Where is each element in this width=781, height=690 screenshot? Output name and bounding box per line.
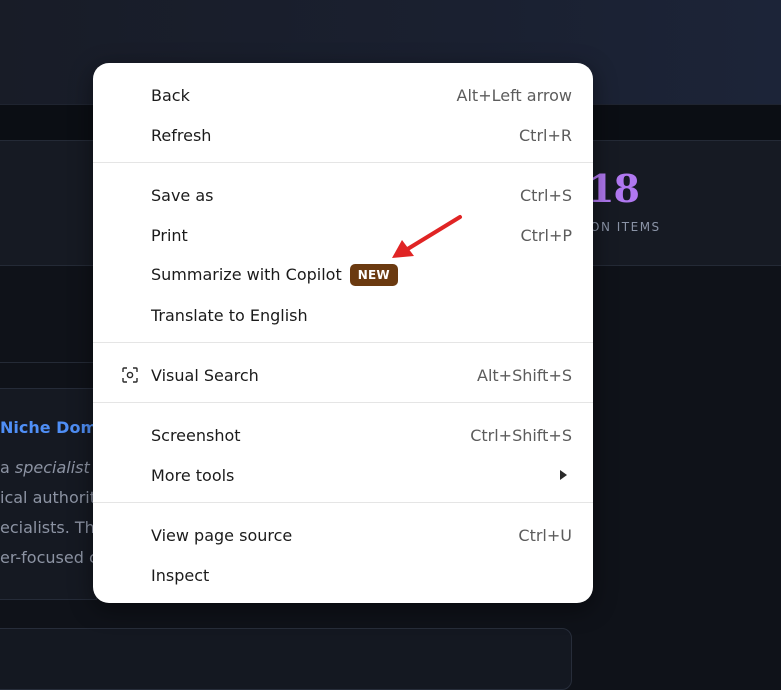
chevron-right-icon	[560, 470, 567, 480]
menu-item-shortcut: Ctrl+P	[520, 225, 572, 245]
menu-item-label: Inspect	[151, 565, 210, 585]
menu-item-shortcut: Ctrl+R	[519, 125, 572, 145]
menu-item-label: More tools	[151, 465, 235, 485]
card-text-line: a specialist	[0, 458, 90, 477]
menu-item-refresh[interactable]: Refresh Ctrl+R	[93, 115, 593, 155]
annotation-arrow-icon	[392, 215, 462, 258]
menu-separator	[93, 402, 593, 403]
visual-search-icon	[122, 367, 138, 383]
menu-item-label: Summarize with Copilot NEW	[151, 264, 398, 286]
menu-item-shortcut: Ctrl+Shift+S	[470, 425, 572, 445]
menu-separator	[93, 342, 593, 343]
context-menu: Back Alt+Left arrow Refresh Ctrl+R Save …	[93, 63, 593, 603]
menu-item-shortcut: Ctrl+U	[518, 525, 572, 545]
card-title-link[interactable]: Niche Dom	[0, 418, 97, 437]
menu-item-shortcut: Alt+Shift+S	[477, 365, 572, 385]
menu-item-screenshot[interactable]: Screenshot Ctrl+Shift+S	[93, 415, 593, 455]
stat-value: 18	[588, 166, 640, 211]
new-badge: NEW	[349, 264, 398, 286]
menu-item-back[interactable]: Back Alt+Left arrow	[93, 75, 593, 115]
menu-item-visual-search[interactable]: Visual Search Alt+Shift+S	[93, 355, 593, 395]
menu-item-label: Visual Search	[151, 365, 259, 385]
menu-item-inspect[interactable]: Inspect	[93, 555, 593, 595]
menu-item-view-page-source[interactable]: View page source Ctrl+U	[93, 515, 593, 555]
menu-item-label: Print	[151, 225, 188, 245]
menu-item-label: Save as	[151, 185, 214, 205]
menu-item-shortcut: Ctrl+S	[519, 185, 572, 205]
menu-separator	[93, 162, 593, 163]
menu-separator	[93, 502, 593, 503]
section-divider	[0, 362, 95, 363]
menu-item-label: Translate to English	[151, 305, 308, 325]
menu-item-label: Screenshot	[151, 425, 241, 445]
menu-item-translate[interactable]: Translate to English	[93, 295, 593, 335]
stat-label: ON ITEMS	[590, 220, 661, 234]
card-text-line: ecialists. The	[0, 518, 105, 537]
menu-item-more-tools[interactable]: More tools	[93, 455, 593, 495]
bottom-card	[0, 628, 572, 690]
menu-item-label: Back	[151, 85, 190, 105]
menu-item-shortcut: Alt+Left arrow	[456, 85, 572, 105]
menu-item-label: View page source	[151, 525, 293, 545]
menu-item-print[interactable]: Print Ctrl+P	[93, 215, 593, 255]
menu-item-save-as[interactable]: Save as Ctrl+S	[93, 175, 593, 215]
menu-item-label: Refresh	[151, 125, 212, 145]
menu-item-summarize-with-copilot[interactable]: Summarize with Copilot NEW	[93, 255, 593, 295]
card-text-line: ical authorit	[0, 488, 97, 507]
card-text-line: er-focused c	[0, 548, 98, 567]
